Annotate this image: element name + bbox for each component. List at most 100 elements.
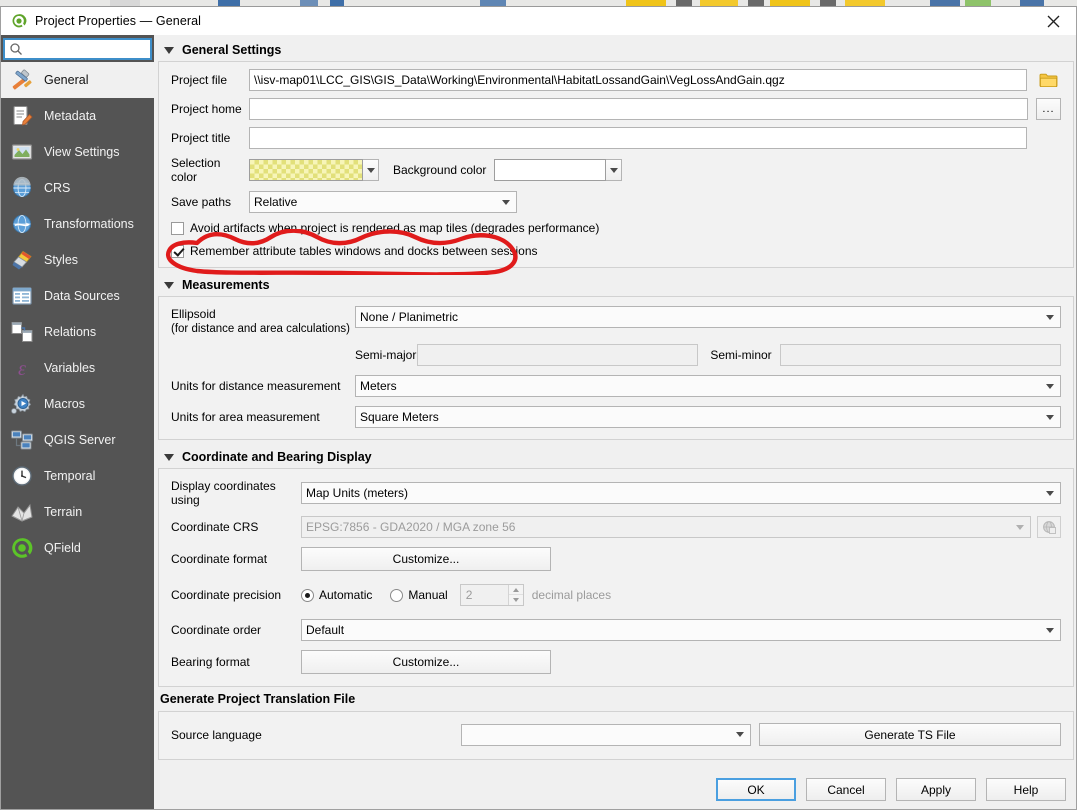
sidebar-item-label: General (44, 73, 89, 87)
sidebar-item-variables[interactable]: ε Variables (1, 350, 154, 386)
coordinate-crs-row: Coordinate CRS EPSG:7856 - GDA2020 / MGA… (171, 516, 1061, 538)
coordinate-format-row: Coordinate format Customize... (171, 547, 1061, 571)
project-file-label: Project file (171, 73, 228, 87)
save-paths-label: Save paths (171, 195, 232, 209)
terrain-mesh-icon (9, 499, 35, 525)
chevron-down-icon (1046, 627, 1054, 633)
spinner-down-icon[interactable] (509, 595, 523, 605)
collapse-triangle-icon[interactable] (164, 281, 174, 289)
selection-color-label: Selection color (171, 156, 221, 184)
sidebar-item-crs[interactable]: CRS (1, 170, 154, 206)
background-color-swatch[interactable] (494, 159, 607, 181)
sidebar-item-label: Temporal (44, 469, 96, 483)
area-units-combo[interactable]: Square Meters (355, 406, 1061, 428)
distance-units-combo[interactable]: Meters (355, 375, 1061, 397)
sidebar-item-general[interactable]: General (1, 62, 154, 98)
collapse-triangle-icon[interactable] (164, 453, 174, 461)
map-frame-icon (9, 139, 35, 165)
sidebar-item-styles[interactable]: Styles (1, 242, 154, 278)
crs-globe-icon[interactable] (1037, 516, 1061, 538)
semi-minor-input[interactable] (779, 344, 1061, 366)
save-paths-row: Save paths Relative (171, 191, 1061, 213)
chevron-down-icon (1046, 314, 1054, 320)
selection-color-swatch[interactable] (249, 159, 363, 181)
chevron-down-icon (502, 199, 510, 205)
selection-color-dropdown[interactable] (363, 159, 379, 181)
sidebar-item-qgis-server[interactable]: QGIS Server (1, 422, 154, 458)
precision-automatic-radio[interactable] (301, 588, 314, 602)
project-title-input[interactable] (249, 127, 1027, 149)
background-color-dropdown[interactable] (606, 159, 623, 181)
sidebar-item-transformations[interactable]: Transformations (1, 206, 154, 242)
sidebar-item-temporal[interactable]: Temporal (1, 458, 154, 494)
collapse-triangle-icon[interactable] (164, 46, 174, 54)
save-paths-combo[interactable]: Relative (249, 191, 517, 213)
ellipsoid-label: Ellipsoid (171, 307, 216, 321)
area-units-row: Units for area measurement Square Meters (171, 406, 1061, 428)
sidebar-item-qfield[interactable]: QField (1, 530, 154, 566)
folder-icon[interactable] (1035, 69, 1061, 91)
project-home-row: Project home ... (171, 98, 1061, 120)
coordinate-order-value: Default (306, 623, 345, 637)
coordinate-order-combo[interactable]: Default (301, 619, 1061, 641)
sidebar-item-label: Styles (44, 253, 79, 267)
general-settings-header[interactable]: General Settings (158, 39, 1074, 61)
display-coordinates-combo[interactable]: Map Units (meters) (301, 482, 1061, 504)
translation-header: Generate Project Translation File (158, 687, 1074, 711)
save-paths-value: Relative (254, 195, 298, 209)
coordinate-crs-combo[interactable]: EPSG:7856 - GDA2020 / MGA zone 56 (301, 516, 1031, 538)
sidebar-item-terrain[interactable]: Terrain (1, 494, 154, 530)
sidebar-nav-list: General Metadata View Settings CRS Transform… (1, 62, 154, 809)
source-language-combo[interactable] (461, 723, 751, 746)
sidebar-item-data-sources[interactable]: Data Sources (1, 278, 154, 314)
project-file-row: Project file (171, 69, 1061, 91)
bearing-format-customize-button[interactable]: Customize... (301, 650, 551, 674)
project-file-input[interactable] (249, 69, 1027, 91)
spinner-arrows[interactable] (507, 585, 523, 605)
close-icon[interactable] (1030, 7, 1076, 35)
document-pencil-icon (9, 103, 35, 129)
sidebar-item-label: Macros (44, 397, 85, 411)
precision-manual-radio[interactable] (390, 588, 404, 602)
coordinate-format-customize-button[interactable]: Customize... (301, 547, 551, 571)
search-icon (9, 42, 23, 56)
table-grid-icon (9, 283, 35, 309)
sidebar-item-metadata[interactable]: Metadata (1, 98, 154, 134)
dialog-button-bar: OK Cancel Apply Help (716, 778, 1066, 801)
ellipsoid-combo[interactable]: None / Planimetric (355, 306, 1061, 328)
epsilon-icon: ε (9, 355, 35, 381)
help-button[interactable]: Help (986, 778, 1066, 801)
apply-button[interactable]: Apply (896, 778, 976, 801)
precision-manual-option[interactable]: Manual (390, 588, 448, 602)
globe-arrows-icon (9, 211, 35, 237)
precision-automatic-option[interactable]: Automatic (301, 588, 372, 602)
sidebar-item-label: Terrain (44, 505, 83, 519)
remember-tables-row: Remember attribute tables windows and do… (171, 244, 1061, 258)
avoid-artifacts-checkbox[interactable] (171, 221, 184, 235)
ok-button[interactable]: OK (716, 778, 796, 801)
search-box[interactable] (3, 38, 181, 60)
remember-tables-checkbox[interactable] (171, 244, 184, 258)
source-language-row: Source language Generate TS File (171, 723, 1061, 746)
decimal-places-spinner[interactable]: 2 (459, 584, 524, 606)
sidebar-item-relations[interactable]: Relations (1, 314, 154, 350)
sidebar-item-macros[interactable]: Macros (1, 386, 154, 422)
settings-content-panel: General Settings Project file \\isv-map0… (154, 35, 1076, 809)
project-home-input[interactable] (249, 98, 1028, 120)
sidebar-item-view-settings[interactable]: View Settings (1, 134, 154, 170)
distance-units-label: Units for distance measurement (171, 379, 341, 393)
measurements-header[interactable]: Measurements (158, 274, 1074, 296)
dialog-title: Project Properties — General (35, 14, 202, 28)
chevron-down-icon (736, 732, 744, 737)
generate-ts-file-button[interactable]: Generate TS File (759, 723, 1061, 746)
spinner-up-icon[interactable] (508, 585, 523, 595)
search-container (1, 35, 181, 62)
qfield-logo-icon (9, 535, 35, 561)
project-home-browse-button[interactable]: ... (1036, 98, 1061, 120)
semi-major-input[interactable] (417, 344, 699, 366)
project-properties-dialog: Project Properties — General General Met… (0, 6, 1077, 810)
cancel-button[interactable]: Cancel (806, 778, 886, 801)
coordinate-display-header[interactable]: Coordinate and Bearing Display (158, 446, 1074, 468)
sidebar-item-label: CRS (44, 181, 71, 195)
chevron-down-icon (1046, 414, 1054, 420)
